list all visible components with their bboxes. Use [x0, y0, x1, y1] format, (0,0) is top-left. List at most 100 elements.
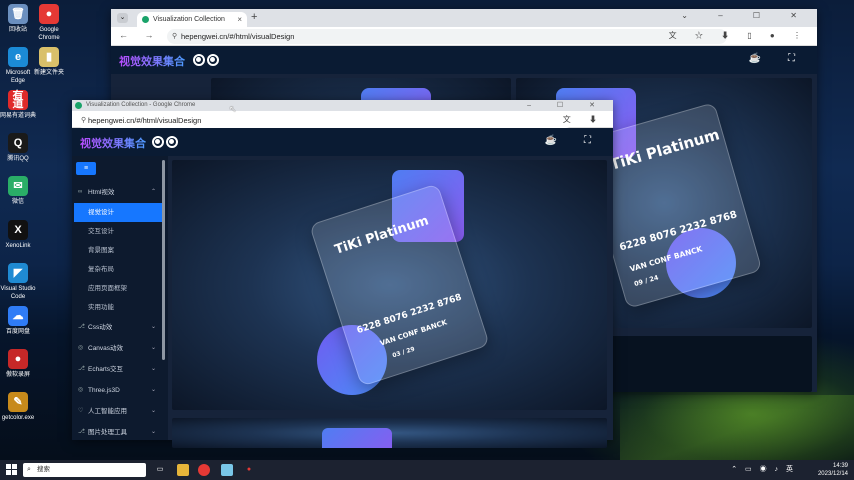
desktop-icon[interactable]: ▮ 新建文件夹 [29, 47, 69, 77]
desktop-icon[interactable]: ◤ Visual Studio Code [0, 263, 38, 301]
menu-item-label: Css动效 [88, 324, 113, 331]
menu-item-label: Canvas动效 [88, 345, 124, 352]
desktop-icon[interactable]: X XenoLink [0, 220, 38, 250]
sidebar-submenu-item[interactable]: 复杂布局 [74, 260, 162, 279]
desktop-icon-label: 百度网盘 [5, 329, 30, 335]
sidebar-menu: ∞ Html视效 ⌃ 视觉设计 交互设计 背景图案 复杂布局 应用页面框架 实用功能 ⎇ Css动效… [74, 182, 162, 443]
site-info-icon[interactable]: ⚲ [172, 29, 177, 44]
recorder-taskbar-icon[interactable]: ● [243, 464, 255, 476]
card-number: 6228 8076 2232 8768 [618, 209, 739, 254]
card-title: TiKi Platinum [608, 125, 722, 174]
window-favicon-icon [75, 102, 82, 109]
browser-toolbar-icons[interactable]: 文 ⬇ [563, 114, 605, 125]
desktop-app-icon: ◤ [8, 263, 28, 283]
card-title: TiKi Platinum [332, 213, 431, 258]
sidebar-submenu-item[interactable]: 背景图案 [74, 241, 162, 260]
app-logo[interactable]: 视觉效果集合 [119, 53, 185, 69]
sidebar-menu-item[interactable]: ⎇ 图片处理工具 ⌄ [74, 422, 162, 443]
sidebar-menu-item[interactable]: ♡ 人工智能应用 ⌄ [74, 401, 162, 422]
desktop-icon-label: 腾讯QQ [7, 156, 29, 162]
window-controls[interactable]: – ☐ ✕ [527, 100, 607, 111]
menu-item-icon: ∞ [78, 189, 83, 195]
menu-item-icon: ⎇ [78, 429, 85, 435]
file-explorer-icon[interactable] [177, 464, 189, 476]
showcase-tile-next[interactable] [172, 418, 607, 448]
header-action-icons[interactable]: ☕ ⛶ [545, 135, 603, 146]
sidebar-menu-item[interactable]: ∞ Html视效 ⌃ [74, 182, 162, 203]
showcase-tile[interactable]: TiKi Platinum 6228 8076 2232 8768 VAN CO… [172, 160, 607, 410]
desktop-app-icon: ▮ [39, 47, 59, 67]
desktop-icon[interactable]: ● Google Chrome [29, 4, 69, 42]
tab-strip: ⌄ Visualization Collection × + ⌄ – ☐ ✕ [111, 9, 817, 27]
chrome-taskbar-icon[interactable] [198, 464, 210, 476]
sidebar-submenu-item[interactable]: 视觉设计 [74, 203, 162, 222]
sidebar-submenu-item[interactable]: 实用功能 [74, 298, 162, 317]
chevron-down-icon: ⌄ [150, 345, 156, 351]
system-tray[interactable]: ⌃ ▭ ◉ ♪ 英 [731, 464, 796, 474]
address-bar-row: ⚲ hepengwei.cn/#/html/visualDesign 文 ⬇ [72, 111, 613, 128]
task-view-icon[interactable]: ▭ [154, 464, 166, 476]
desktop-app-icon: ☁ [8, 306, 28, 326]
desktop-icon[interactable]: ✉ 微信 [0, 176, 38, 206]
desktop-icon-label: 新建文件夹 [33, 70, 64, 76]
sidebar-menu-item[interactable]: ◎ Canvas动效 ⌄ [74, 338, 162, 359]
sidebar-scrollbar[interactable] [162, 160, 165, 360]
start-button-icon[interactable] [6, 464, 17, 475]
tab-search-icon[interactable]: ⌄ [117, 13, 128, 23]
new-tab-icon[interactable]: + [251, 11, 257, 23]
chevron-down-icon: ⌄ [150, 429, 156, 435]
window-title: Visualization Collection - Google Chrome [86, 102, 196, 108]
clock-time: 14:39 [832, 463, 848, 469]
desktop-app-icon: ✎ [8, 392, 28, 412]
window-controls[interactable]: ⌄ – ☐ ✕ [681, 11, 811, 20]
window-titlebar[interactable]: Visualization Collection - Google Chrome… [72, 100, 613, 111]
desktop-icon[interactable]: Q 腾讯QQ [0, 133, 38, 163]
sidebar-menu-item[interactable]: ◎ Three.js3D ⌄ [74, 380, 162, 401]
app-logo[interactable]: 视觉效果集合 [80, 135, 146, 151]
tab-favicon-icon [142, 16, 149, 23]
desktop-app-icon: 有道 [8, 90, 28, 110]
browser-tab[interactable]: Visualization Collection × [137, 12, 247, 27]
desktop-app-icon: 🗑 [8, 4, 28, 24]
browser-toolbar-icons[interactable]: 文 ☆ ⬇ ▯ ● ⋮ [669, 30, 809, 41]
menu-item-icon: ◎ [78, 387, 84, 393]
taskbar-search[interactable]: ⌕ 搜索 [23, 463, 146, 477]
sidebar: ≡ ∞ Html视效 ⌃ 视觉设计 交互设计 背景图案 复杂布局 应用页面框架 实用功能 ⎇ Css… [72, 156, 168, 440]
ime-indicator[interactable]: 英 [786, 466, 796, 473]
taskbar-clock[interactable]: 14:39 2023/12/14 [818, 462, 848, 478]
sidebar-submenu-item[interactable]: 交互设计 [74, 222, 162, 241]
address-bar[interactable]: ⚲ hepengwei.cn/#/html/visualDesign [76, 113, 573, 128]
menu-toggle-button[interactable]: ≡ [76, 162, 96, 175]
desktop-icon[interactable]: ● 傲软录屏 [0, 349, 38, 379]
tab-close-icon[interactable]: × [237, 12, 242, 27]
desktop-app-icon: X [8, 220, 28, 240]
url-text: hepengwei.cn/#/html/visualDesign [88, 116, 202, 125]
desktop-icon-label: 傲软录屏 [5, 372, 30, 378]
app-header: 视觉效果集合 ☕ ⛶ [111, 46, 817, 74]
desktop-app-icon: Q [8, 133, 28, 153]
address-bar-row: ← → ↻ ⚲ hepengwei.cn/#/html/visualDesign… [111, 27, 817, 46]
sidebar-menu-item[interactable]: ⎇ Echarts交互 ⌄ [74, 359, 162, 380]
desktop-app-icon: ✉ [8, 176, 28, 196]
menu-item-icon: ⎇ [78, 324, 85, 330]
card-holder-name: VAN CONF BANCK [628, 244, 704, 274]
desktop-icon-label: Visual Studio Code [0, 286, 36, 300]
address-bar[interactable]: ⚲ hepengwei.cn/#/html/visualDesign [167, 29, 727, 44]
desktop-icon[interactable]: ✎ getcolor.exe [0, 392, 38, 422]
chevron-down-icon: ⌄ [150, 324, 156, 330]
menu-item-label: Html视效 [88, 189, 115, 196]
desktop-icon-label: Google Chrome [38, 27, 60, 41]
desktop-app-icon: ● [8, 349, 28, 369]
sidebar-menu-item[interactable]: ⎇ Css动效 ⌄ [74, 317, 162, 338]
chevron-down-icon: ⌄ [150, 366, 156, 372]
card-expiry-date: 03 / 29 [391, 345, 416, 360]
app-taskbar-icon[interactable] [221, 464, 233, 476]
site-info-icon[interactable]: ⚲ [81, 113, 86, 128]
chevron-down-icon: ⌄ [150, 408, 156, 414]
sidebar-submenu-item[interactable]: 应用页面框架 [74, 279, 162, 298]
desktop-icon[interactable]: 有道 网易有道词典 [0, 90, 38, 120]
browser-window-front[interactable]: Visualization Collection - Google Chrome… [72, 100, 613, 448]
header-action-icons[interactable]: ☕ ⛶ [749, 53, 807, 64]
desktop-icon[interactable]: ☁ 百度网盘 [0, 306, 38, 336]
card-square-decoration [322, 428, 392, 448]
